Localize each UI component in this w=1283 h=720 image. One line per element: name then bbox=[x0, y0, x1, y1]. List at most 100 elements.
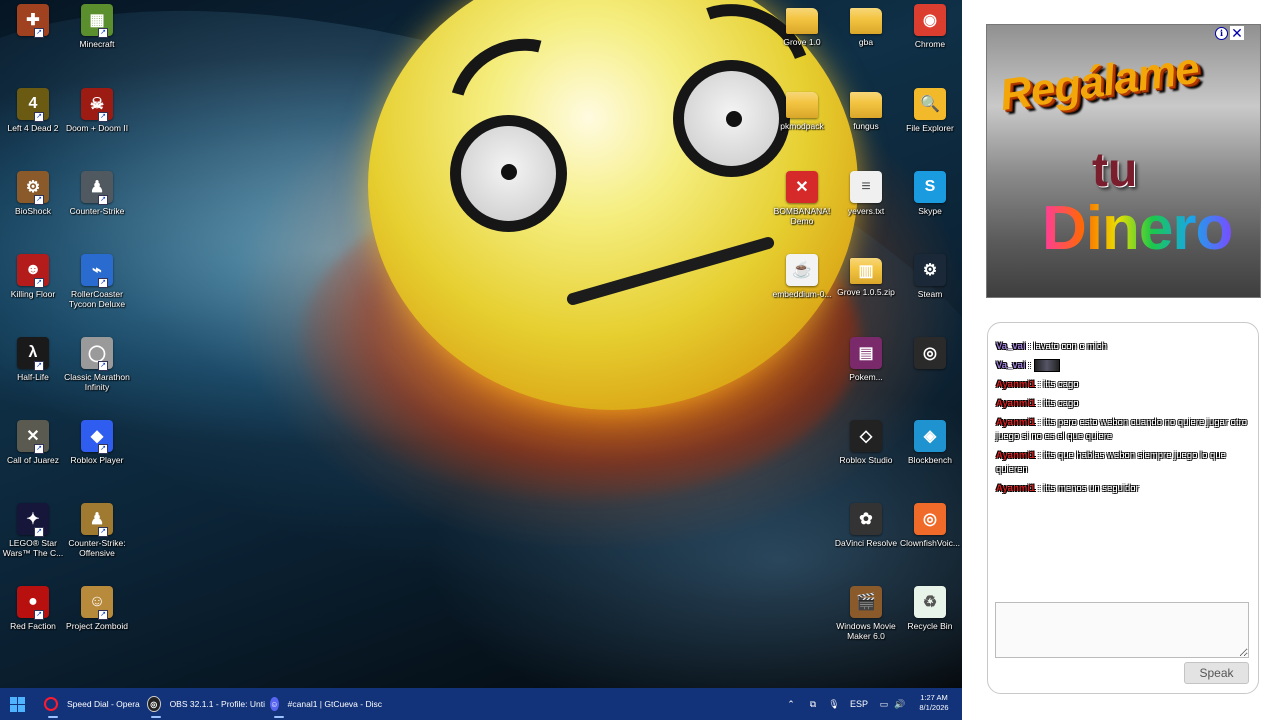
desktop-icon-label: embeddium-0... bbox=[772, 289, 832, 299]
ad-info-icon[interactable]: i bbox=[1215, 27, 1228, 40]
desktop-icon-bombanana[interactable]: ✕ BOMBANANA! Demo bbox=[769, 171, 835, 226]
desktop-icon-label: Call of Juarez bbox=[7, 455, 59, 465]
windows-logo-icon bbox=[10, 696, 25, 712]
desktop-icon-label: Killing Floor bbox=[10, 289, 56, 299]
chat-input[interactable] bbox=[995, 602, 1249, 658]
desktop-icon-label: Half-Life bbox=[17, 372, 49, 382]
folder-icon bbox=[850, 8, 882, 34]
ad-headline-middle: tu bbox=[1092, 144, 1138, 197]
desktop-icon-roblox-player[interactable]: ◆ ↗ Roblox Player bbox=[64, 420, 130, 465]
desktop-icon-label: RollerCoaster Tycoon Deluxe bbox=[68, 289, 126, 309]
chrome-icon: ◉ bbox=[914, 4, 946, 36]
projectzomboid-icon: ☺ bbox=[81, 586, 113, 618]
discord-icon: ☺ bbox=[270, 697, 279, 711]
roblox-studio-icon: ◇ bbox=[850, 420, 882, 452]
taskbar-item-opera[interactable]: Speed Dial - Opera bbox=[44, 688, 144, 720]
chat-message: Va_vai : bbox=[996, 359, 1251, 373]
chat-message-text: itts cago bbox=[1043, 398, 1079, 410]
shortcut-arrow-icon: ↗ bbox=[34, 527, 44, 537]
shortcut-arrow-icon: ↗ bbox=[34, 610, 44, 620]
shortcut-arrow-icon: ↗ bbox=[98, 527, 108, 537]
desktop-icon-grove-folder[interactable]: Grove 1.0 bbox=[769, 4, 835, 47]
start-button[interactable] bbox=[10, 688, 25, 720]
desktop-icon-image: ⚙ bbox=[914, 254, 946, 286]
desktop-icon-lego-star-wars[interactable]: ✦ ↗ LEGO® Star Wars™ The C... bbox=[0, 503, 66, 558]
marathon-icon: ◯ bbox=[81, 337, 113, 369]
desktop[interactable]: ✚ ↗ ▦ ↗ Minecraft 4 ↗ Left 4 Dead 2 ☠ ↗ Doom + Doo… bbox=[0, 0, 962, 688]
desktop-icon-image: ✕ bbox=[786, 171, 818, 203]
bombanana-icon: ✕ bbox=[786, 171, 818, 203]
desktop-icon-killing-floor[interactable]: ☻ ↗ Killing Floor bbox=[0, 254, 66, 299]
desktop-icon-grove-zip[interactable]: ▥ Grove 1.0.5.zip bbox=[833, 254, 899, 297]
desktop-icon-bioshock[interactable]: ⚙ ↗ BioShock bbox=[0, 171, 66, 216]
speak-button[interactable]: Speak bbox=[1184, 662, 1249, 684]
desktop-icon-call-of-juarez[interactable]: ✕ ↗ Call of Juarez bbox=[0, 420, 66, 465]
desktop-icon-steam[interactable]: ⚙ Steam bbox=[897, 254, 962, 299]
desktop-icon-chrome[interactable]: ◉ Chrome bbox=[897, 4, 962, 49]
desktop-icon-classic-marathon-infinity[interactable]: ◯ ↗ Classic Marathon Infinity bbox=[64, 337, 130, 392]
desktop-icon-label: fungus bbox=[853, 121, 879, 131]
desktop-icon-image: ◆ ↗ bbox=[81, 420, 113, 454]
desktop-icon-fungus[interactable]: fungus bbox=[833, 88, 899, 131]
desktop-icon-label: Grove 1.0.5.zip bbox=[837, 287, 895, 297]
desktop-icon-blockbench[interactable]: ◈ Blockbench bbox=[897, 420, 962, 465]
desktop-icon-yevers[interactable]: ≡ yevers.txt bbox=[833, 171, 899, 216]
desktop-icon-label: Red Faction bbox=[10, 621, 56, 631]
language-indicator[interactable]: ESP bbox=[848, 688, 870, 720]
bioshock-icon: ⚙ bbox=[17, 171, 49, 203]
desktop-icon-image: 🔍 bbox=[914, 88, 946, 120]
desktop-icon-image: S bbox=[914, 171, 946, 203]
ad-banner[interactable]: i ✕ Regálame tu Dinero bbox=[986, 24, 1261, 298]
network-icon[interactable]: ▭ bbox=[877, 688, 891, 720]
desktop-icon-clownfishvoice[interactable]: ◎ ClownfishVoic... bbox=[897, 503, 962, 548]
desktop-icon-skype[interactable]: S Skype bbox=[897, 171, 962, 216]
opera-icon bbox=[44, 697, 58, 711]
taskbar-item-discord[interactable]: ☺ #canal1 | GtCueva - Disc bbox=[270, 688, 382, 720]
folder-icon bbox=[850, 92, 882, 118]
desktop-icon-embeddium[interactable]: ☕ embeddium-0... bbox=[769, 254, 835, 299]
desktop-icon-label: Roblox Studio bbox=[839, 455, 893, 465]
chat-username: Ayanmi1 bbox=[996, 398, 1036, 410]
desktop-icon-image: ◉ bbox=[914, 4, 946, 36]
desktop-icon-label: DaVinci Resolve bbox=[834, 538, 898, 548]
desktop-icon-project-zomboid[interactable]: ☺ ↗ Project Zomboid bbox=[64, 586, 130, 631]
desktop-icon-pkmodpack[interactable]: pkmodpack bbox=[769, 88, 835, 131]
desktop-icon-image: ▦ ↗ bbox=[81, 4, 113, 38]
desktop-icon-winrar[interactable]: ▤ Pokem... bbox=[833, 337, 899, 382]
desktop-icon-half-life[interactable]: λ ↗ Half-Life bbox=[0, 337, 66, 382]
desktop-icon-roblox-studio[interactable]: ◇ Roblox Studio bbox=[833, 420, 899, 465]
legostarwars-icon: ✦ bbox=[17, 503, 49, 535]
desktop-icon-davinci-resolve[interactable]: ✿ DaVinci Resolve bbox=[833, 503, 899, 548]
tray-app-icon[interactable]: ⧉ bbox=[806, 688, 820, 720]
desktop-icon-team-fortress[interactable]: ✚ ↗ bbox=[0, 4, 66, 39]
microphone-icon[interactable]: 🎙 bbox=[827, 688, 841, 720]
desktop-icon-rollercoaster-tycoon-deluxe[interactable]: ⌁ ↗ RollerCoaster Tycoon Deluxe bbox=[64, 254, 130, 309]
desktop-icon-counter-strike-offensive[interactable]: ♟ ↗ Counter-Strike: Offensive bbox=[64, 503, 130, 558]
desktop-icon-gba[interactable]: gba bbox=[833, 4, 899, 47]
volume-icon[interactable]: 🔊 bbox=[893, 688, 907, 720]
chat-image-thumbnail[interactable] bbox=[1033, 359, 1060, 372]
taskbar-item-obs[interactable]: ◎ OBS 32.1.1 - Profile: Unti bbox=[147, 688, 265, 720]
desktop-icon-minecraft[interactable]: ▦ ↗ Minecraft bbox=[64, 4, 130, 49]
desktop-icon-image: ◎ bbox=[914, 503, 946, 535]
shortcut-arrow-icon: ↗ bbox=[98, 28, 108, 38]
desktop-icon-red-faction[interactable]: ● ↗ Red Faction bbox=[0, 586, 66, 631]
chat-message: Ayanmi1 : itts menos un seguidor bbox=[996, 482, 1251, 496]
desktop-icon-counter-strike[interactable]: ♟ ↗ Counter-Strike bbox=[64, 171, 130, 216]
desktop-icon-image: ◎ bbox=[914, 337, 946, 369]
clock[interactable]: 1:27 AM 8/1/2026 bbox=[908, 693, 960, 713]
desktop-icon-obs[interactable]: ◎ bbox=[897, 337, 962, 372]
desktop-icon-windows-movie-maker[interactable]: 🎬 Windows Movie Maker 6.0 bbox=[833, 586, 899, 641]
desktop-icon-image bbox=[850, 92, 882, 118]
csgo-icon: ♟ bbox=[81, 503, 113, 535]
desktop-icon-image: ☻ ↗ bbox=[17, 254, 49, 288]
chat-log[interactable]: Va_vai : lavato con c mich Va_vai : Ayanm… bbox=[996, 340, 1251, 501]
chat-separator: : bbox=[1025, 360, 1034, 372]
desktop-icon-left-4-dead-2[interactable]: 4 ↗ Left 4 Dead 2 bbox=[0, 88, 66, 133]
desktop-icon-doom[interactable]: ☠ ↗ Doom + Doom II bbox=[64, 88, 130, 133]
desktop-icon-image: 🎬 bbox=[850, 586, 882, 618]
desktop-icon-file-explorer[interactable]: 🔍 File Explorer bbox=[897, 88, 962, 133]
desktop-icon-recycle-bin[interactable]: ♻ Recycle Bin bbox=[897, 586, 962, 631]
tray-overflow-chevron-icon[interactable]: ⌃ bbox=[784, 688, 798, 720]
shortcut-arrow-icon: ↗ bbox=[34, 278, 44, 288]
